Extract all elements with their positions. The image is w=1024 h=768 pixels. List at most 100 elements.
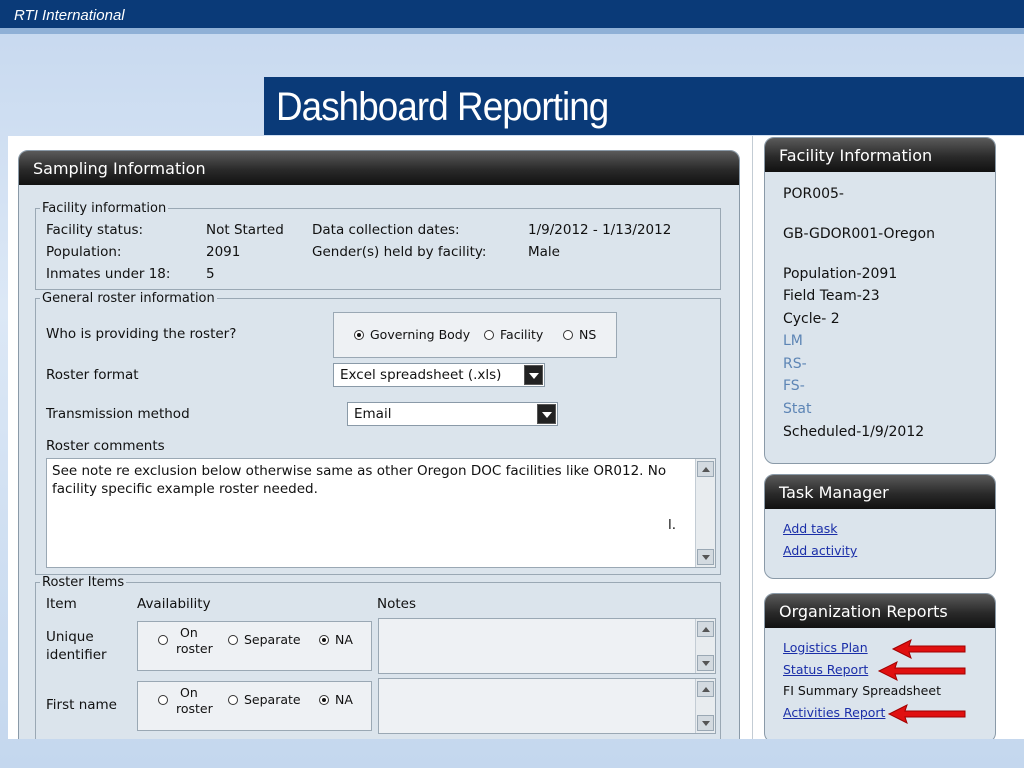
logistics-plan-link[interactable]: Logistics Plan (783, 640, 868, 655)
radio-separate[interactable]: Separate (228, 692, 301, 707)
availability-radio-group: On roster Separate NA (137, 621, 372, 671)
radio-on-roster[interactable] (158, 692, 174, 707)
radio-separate[interactable]: Separate (228, 632, 301, 647)
scroll-down-icon[interactable] (697, 715, 714, 731)
roster-comments-textarea[interactable]: See note re exclusion below otherwise sa… (46, 458, 716, 568)
roster-item-name-line1: First name (46, 697, 117, 713)
activities-report-link[interactable]: Activities Report (783, 705, 885, 720)
radio-on-roster[interactable] (158, 632, 174, 647)
scroll-up-icon[interactable] (697, 621, 714, 637)
transmission-method-label: Transmission method (46, 406, 190, 422)
scroll-up-icon[interactable] (697, 461, 714, 477)
on-roster-line2: roster (176, 701, 213, 716)
organization-reports-panel: Organization Reports Logistics Plan Stat… (764, 593, 996, 739)
facility-line: FS- (783, 378, 805, 394)
radio-empty-icon (158, 635, 168, 645)
add-activity-link[interactable]: Add activity (783, 543, 857, 558)
fi-summary-spreadsheet-text: FI Summary Spreadsheet (783, 683, 941, 698)
notes-scrollbar[interactable] (695, 679, 715, 733)
red-arrow-icon (891, 639, 966, 659)
radio-na[interactable]: NA (319, 692, 353, 707)
comments-mark: l. (668, 517, 677, 533)
roster-item-name-line2: identifier (46, 647, 107, 663)
comments-line-2: facility specific example roster needed. (52, 481, 318, 497)
population-label: Population: (46, 244, 122, 260)
roster-items-legend: Roster Items (42, 575, 125, 590)
status-report-link[interactable]: Status Report (783, 662, 868, 677)
task-manager-header: Task Manager (765, 475, 995, 509)
radio-governing-body[interactable]: Governing Body (354, 327, 470, 342)
scroll-down-icon[interactable] (697, 655, 714, 671)
radio-facility[interactable]: Facility (484, 327, 543, 342)
facility-status-label: Facility status: (46, 222, 144, 238)
radio-ns[interactable]: NS (563, 327, 596, 342)
comments-line-1: See note re exclusion below otherwise sa… (52, 463, 667, 479)
radio-empty-icon (563, 330, 573, 340)
red-arrow-icon (887, 704, 966, 724)
radio-na[interactable]: NA (319, 632, 353, 647)
on-roster-line2: roster (176, 641, 213, 656)
general-roster-legend: General roster information (42, 291, 215, 306)
inmates-under-18-label: Inmates under 18: (46, 266, 171, 282)
facility-line: GB-GDOR001-Oregon (783, 226, 935, 242)
genders-held-label: Gender(s) held by facility: (312, 244, 487, 260)
genders-held-value: Male (528, 244, 560, 260)
chevron-down-icon[interactable] (524, 365, 543, 385)
radio-selected-icon (319, 695, 329, 705)
notes-scrollbar[interactable] (695, 619, 715, 673)
slide-title: Dashboard Reporting (276, 85, 609, 129)
task-manager-panel: Task Manager Add task Add activity (764, 474, 996, 579)
notes-textarea[interactable] (378, 678, 716, 734)
radio-empty-icon (228, 695, 238, 705)
scroll-up-icon[interactable] (697, 681, 714, 697)
chevron-down-icon[interactable] (537, 404, 556, 424)
radio-empty-icon (228, 635, 238, 645)
on-roster-line1: On (180, 685, 198, 700)
roster-item-name-line1: Unique (46, 629, 94, 645)
facility-line: POR005- (783, 186, 844, 202)
comments-scrollbar[interactable] (695, 459, 715, 567)
roster-format-value: Excel spreadsheet (.xls) (340, 367, 502, 383)
population-value: 2091 (206, 244, 241, 260)
facility-line: Cycle- 2 (783, 311, 840, 327)
brand-bar: RTI International (0, 0, 1024, 34)
sampling-panel-header: Sampling Information (19, 151, 739, 185)
sampling-information-panel: Sampling Information Facility informatio… (18, 150, 740, 739)
facility-line: Field Team-23 (783, 288, 880, 304)
notes-textarea[interactable] (378, 618, 716, 674)
availability-radio-group: On roster Separate NA (137, 681, 372, 731)
col-notes-header: Notes (377, 596, 416, 612)
red-arrow-icon (877, 661, 966, 681)
facility-line: LM (783, 333, 803, 349)
roster-provider-label: Who is providing the roster? (46, 326, 237, 342)
roster-comments-label: Roster comments (46, 438, 165, 454)
transmission-method-value: Email (354, 406, 392, 422)
on-roster-line1: On (180, 625, 198, 640)
app-screenshot: Sampling Information Facility informatio… (8, 136, 1024, 739)
facility-panel-header: Facility Information (765, 138, 995, 172)
facility-information-panel: Facility Information POR005- GB-GDOR001-… (764, 137, 996, 464)
inmates-under-18-value: 5 (206, 266, 215, 282)
radio-selected-icon (319, 635, 329, 645)
col-item-header: Item (46, 596, 77, 612)
roster-provider-radio-group: Governing Body Facility NS (333, 312, 617, 358)
facility-line: Stat (783, 401, 812, 417)
data-collection-dates-value: 1/9/2012 - 1/13/2012 (528, 222, 672, 238)
scroll-down-icon[interactable] (697, 549, 714, 565)
facility-line: Population-2091 (783, 266, 898, 282)
radio-empty-icon (158, 695, 168, 705)
facility-information-legend: Facility information (42, 201, 167, 216)
facility-status-value: Not Started (206, 222, 284, 238)
facility-line: Scheduled-1/9/2012 (783, 424, 925, 440)
transmission-method-select[interactable]: Email (347, 402, 558, 426)
data-collection-dates-label: Data collection dates: (312, 222, 460, 238)
roster-format-label: Roster format (46, 367, 139, 383)
add-task-link[interactable]: Add task (783, 521, 838, 536)
col-availability-header: Availability (137, 596, 211, 612)
organization-reports-header: Organization Reports (765, 594, 995, 628)
column-divider (752, 136, 753, 739)
roster-format-select[interactable]: Excel spreadsheet (.xls) (333, 363, 545, 387)
facility-line: RS- (783, 356, 807, 372)
radio-selected-icon (354, 330, 364, 340)
brand-name: RTI International (14, 7, 125, 24)
